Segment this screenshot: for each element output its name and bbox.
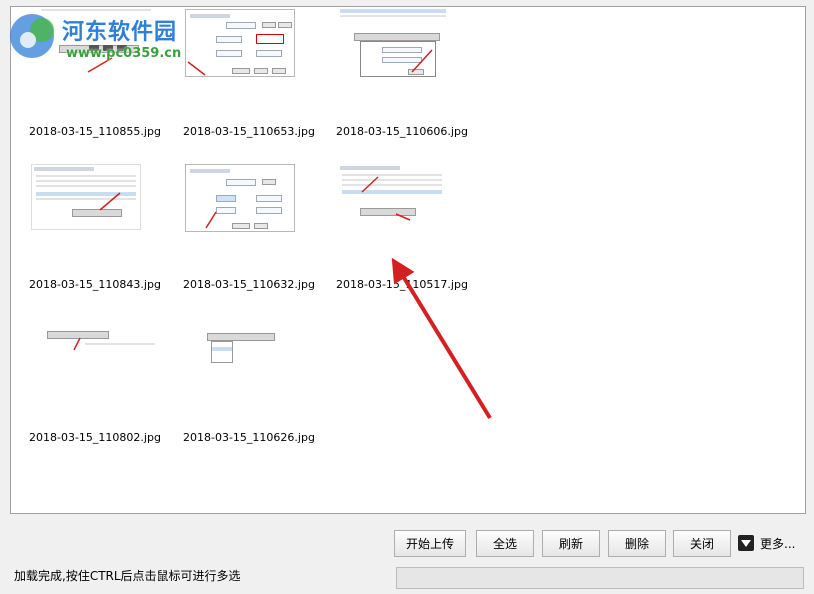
thumbnail-filename: 2018-03-15_110626.jpg <box>183 431 315 444</box>
thumbnail-image[interactable] <box>29 160 175 270</box>
thumbnail-filename: 2018-03-15_110606.jpg <box>336 125 468 138</box>
thumbnail-tile[interactable]: 2018-03-15_110632.jpg <box>183 160 329 300</box>
thumbnail-filename: 2018-03-15_110802.jpg <box>29 431 161 444</box>
thumbnail-filename: 2018-03-15_110843.jpg <box>29 278 161 291</box>
dropdown-triangle-icon[interactable] <box>738 535 754 551</box>
thumbnail-gallery[interactable]: 2018-03-15_110855.jpg 2018-03-15_110653.… <box>10 6 806 514</box>
thumbnail-image[interactable] <box>336 160 482 270</box>
thumbnail-tile[interactable]: 2018-03-15_110606.jpg <box>336 7 482 147</box>
status-message: 加载完成,按住CTRL后点击鼠标可进行多选 <box>14 569 241 583</box>
refresh-button[interactable]: 刷新 <box>542 530 600 557</box>
more-options-link[interactable]: 更多... <box>760 535 795 552</box>
thumbnail-image[interactable] <box>336 7 482 117</box>
select-all-button[interactable]: 全选 <box>476 530 534 557</box>
thumbnail-tile[interactable]: 2018-03-15_110626.jpg <box>183 313 329 453</box>
delete-button[interactable]: 删除 <box>608 530 666 557</box>
thumbnail-filename: 2018-03-15_110632.jpg <box>183 278 315 291</box>
thumbnail-tile[interactable]: 2018-03-15_110653.jpg <box>183 7 329 147</box>
thumbnail-filename: 2018-03-15_110653.jpg <box>183 125 315 138</box>
thumbnail-image[interactable] <box>29 313 175 423</box>
thumbnail-image[interactable] <box>183 160 329 270</box>
thumbnail-image[interactable] <box>183 7 329 117</box>
thumbnail-tile[interactable]: 2018-03-15_110802.jpg <box>29 313 175 453</box>
thumbnail-image[interactable] <box>183 313 329 423</box>
start-upload-button[interactable]: 开始上传 <box>394 530 466 557</box>
upload-progress-bar <box>396 567 804 589</box>
thumbnail-tile[interactable]: 2018-03-15_110855.jpg <box>29 7 175 147</box>
thumbnail-tile[interactable]: 2018-03-15_110843.jpg <box>29 160 175 300</box>
thumbnail-filename: 2018-03-15_110517.jpg <box>336 278 468 291</box>
thumbnail-image[interactable] <box>29 7 175 117</box>
thumbnail-filename: 2018-03-15_110855.jpg <box>29 125 161 138</box>
close-button[interactable]: 关闭 <box>673 530 731 557</box>
thumbnail-tile[interactable]: 2018-03-15_110517.jpg <box>336 160 482 300</box>
